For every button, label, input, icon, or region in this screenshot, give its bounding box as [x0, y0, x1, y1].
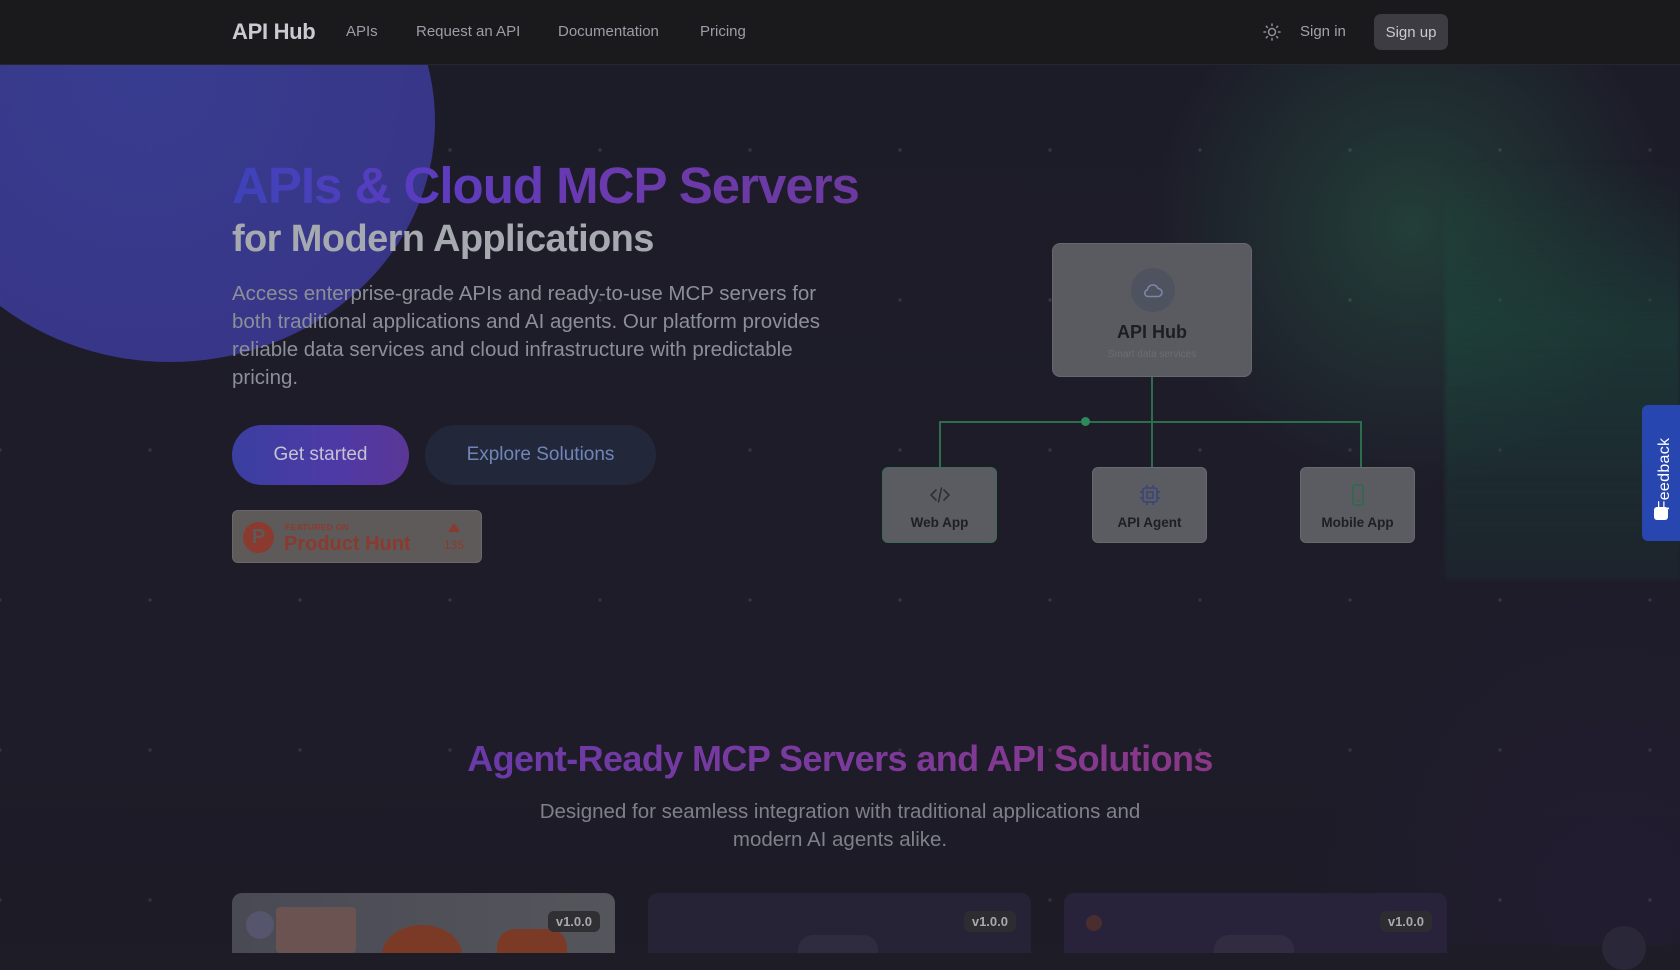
product-hunt-featured-label: FEATURED ON — [285, 522, 350, 532]
top-navigation: API Hub APIs Request an API Documentatio… — [0, 0, 1680, 65]
architecture-diagram: API Hub Smart data services Web App API … — [880, 243, 1420, 543]
client-label-web-app: Web App — [910, 515, 969, 530]
nav-link-apis[interactable]: APIs — [346, 23, 378, 40]
client-card-mobile-app: Mobile App — [1300, 467, 1415, 543]
version-badge: v1.0.0 — [1379, 911, 1432, 932]
product-hunt-badge[interactable]: P FEATURED ON Product Hunt 135 — [232, 510, 482, 563]
chat-icon — [1654, 507, 1668, 520]
solution-card[interactable]: v1.0.0 — [648, 893, 1031, 953]
api-hub-subtitle: Smart data services — [1107, 349, 1197, 360]
nav-link-request-api[interactable]: Request an API — [416, 23, 520, 40]
nav-link-documentation[interactable]: Documentation — [558, 23, 659, 40]
carousel-next-control[interactable] — [1602, 926, 1646, 970]
solution-card[interactable]: v1.0.0 — [232, 893, 615, 953]
client-label-mobile-app: Mobile App — [1321, 515, 1394, 530]
client-card-api-agent: API Agent — [1092, 467, 1207, 543]
solution-card[interactable]: v1.0.0 — [1064, 893, 1447, 953]
hero-title: APIs & Cloud MCP Servers — [232, 157, 860, 214]
hero-subtitle: for Modern Applications — [232, 218, 654, 260]
card-illustration — [382, 925, 462, 953]
solutions-section-title: Agent-Ready MCP Servers and API Solution… — [0, 738, 1680, 780]
sun-icon[interactable] — [1262, 22, 1282, 42]
solutions-description-line-2: modern AI agents alike. — [732, 828, 948, 851]
card-illustration — [798, 935, 878, 953]
card-icon — [1086, 915, 1102, 931]
explore-solutions-button[interactable]: Explore Solutions — [425, 425, 656, 485]
get-started-button[interactable]: Get started — [232, 425, 409, 485]
client-card-web-app: Web App — [882, 467, 997, 543]
connector-horizontal — [939, 421, 1361, 423]
connector-right — [1360, 421, 1362, 467]
cpu-icon — [1093, 483, 1206, 507]
sign-up-button[interactable]: Sign up — [1374, 14, 1448, 50]
smartphone-icon — [1301, 483, 1414, 507]
version-badge: v1.0.0 — [547, 911, 600, 932]
version-badge: v1.0.0 — [963, 911, 1016, 932]
solutions-section-title-text: Agent-Ready MCP Servers and API Solution… — [467, 738, 1213, 779]
solutions-section-description: Designed for seamless integration with t… — [0, 798, 1680, 854]
connector-node — [1081, 417, 1090, 426]
product-hunt-name: Product Hunt — [284, 533, 411, 555]
product-hunt-vote-count: 135 — [444, 538, 465, 552]
card-thumbnail — [276, 907, 356, 953]
card-illustration — [497, 929, 567, 953]
nav-link-pricing[interactable]: Pricing — [700, 23, 746, 40]
cloud-icon — [1131, 268, 1175, 312]
upvote-arrow-icon — [448, 523, 460, 532]
code-icon — [883, 483, 996, 507]
brand-logo[interactable]: API Hub — [232, 19, 316, 45]
hero-description: Access enterprise-grade APIs and ready-t… — [232, 282, 821, 389]
client-label-api-agent: API Agent — [1117, 515, 1182, 530]
connector-left — [939, 421, 941, 467]
sign-in-link[interactable]: Sign in — [1300, 23, 1346, 40]
card-avatar — [246, 911, 274, 939]
api-hub-card: API Hub Smart data services — [1052, 243, 1252, 377]
api-hub-title: API Hub — [1117, 322, 1187, 342]
feedback-tab[interactable]: Feedback — [1642, 405, 1680, 541]
solutions-description-line-1: Designed for seamless integration with t… — [539, 800, 1141, 823]
product-hunt-logo-icon: P — [243, 522, 274, 553]
card-illustration — [1214, 935, 1294, 953]
